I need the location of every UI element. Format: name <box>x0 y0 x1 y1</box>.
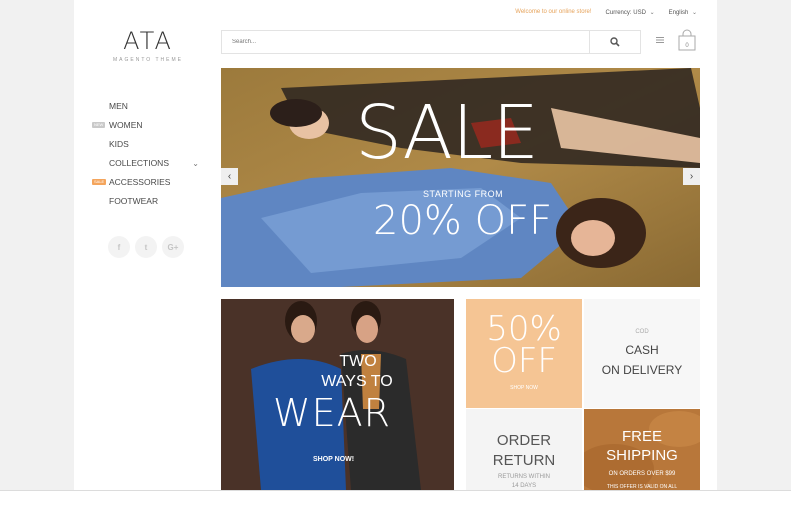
carousel-next-button[interactable]: › <box>683 168 700 185</box>
sale-badge: SALE <box>92 179 107 185</box>
cod-line-1: CASH <box>625 343 659 357</box>
chevron-down-icon: ⌄ <box>691 10 697 16</box>
search-button[interactable] <box>589 31 640 53</box>
shipping-line-1: FREE <box>621 428 662 445</box>
cart-count: 0 <box>685 43 689 49</box>
language-switcher[interactable]: English ⌄ <box>669 9 697 16</box>
browser-frame: Welcome to our online store! Currency: U… <box>0 0 791 491</box>
wear-shop-now-link[interactable]: SHOP NOW! <box>313 456 354 463</box>
google-plus-icon[interactable]: G+ <box>162 236 184 258</box>
nav-item-kids[interactable]: KIDS <box>91 135 206 154</box>
twitter-icon[interactable]: t <box>135 236 157 258</box>
discount-tile[interactable]: 50% OFF SHOP NOW <box>466 299 582 408</box>
return-sub-1: RETURNS WITHIN <box>498 474 550 480</box>
nav-item-men[interactable]: MEN <box>91 97 206 116</box>
return-line-2: RETURN <box>492 452 556 469</box>
nav-item-label: COLLECTIONS <box>109 158 169 168</box>
top-bar: Welcome to our online store! Currency: U… <box>515 9 697 16</box>
return-line-1: ORDER <box>496 432 552 449</box>
promo-wear-banner[interactable]: TWO WAYS TO WEAR SHOP NOW! <box>221 299 454 490</box>
nav-item-women[interactable]: NEW WOMEN <box>91 116 206 135</box>
shipping-sub-2: THIS OFFER IS VALID ON ALL <box>606 484 678 490</box>
wear-title: WEAR <box>273 391 391 435</box>
search-icon <box>610 37 620 47</box>
menu-icon[interactable] <box>655 35 665 45</box>
currency-value: USD <box>633 10 646 16</box>
nav-item-accessories[interactable]: SALE ACCESSORIES <box>91 173 206 192</box>
shopping-bag-icon: 0 <box>678 29 696 51</box>
currency-switcher[interactable]: Currency: USD ⌄ <box>606 9 655 16</box>
hero-banner[interactable]: SALE STARTING FROM 20% OFF ‹ › <box>221 68 700 287</box>
new-badge: NEW <box>92 122 106 128</box>
social-links: f t G+ <box>108 236 184 258</box>
chevron-down-icon: ⌄ <box>649 10 655 16</box>
carousel-prev-button[interactable]: ‹ <box>221 168 238 185</box>
cod-line-2: ON DELIVERY <box>601 363 683 377</box>
shipping-sub: ON ORDERS OVER $99 <box>608 471 676 477</box>
language-value: English <box>668 10 689 16</box>
nav-item-label: ACCESSORIES <box>109 177 171 187</box>
cart-button[interactable]: 0 <box>677 29 697 56</box>
category-nav: MEN NEW WOMEN KIDS COLLECTIONS ⌄ SALE AC… <box>91 97 206 211</box>
discount-off: OFF <box>491 341 557 381</box>
currency-label: Currency: <box>605 10 632 16</box>
nav-item-collections[interactable]: COLLECTIONS ⌄ <box>91 154 206 173</box>
nav-item-label: MEN <box>109 101 128 111</box>
discount-shop-now-link[interactable]: SHOP NOW <box>466 385 582 391</box>
logo-subtitle: MAGENTO THEME <box>113 57 183 63</box>
shipping-line-2: SHIPPING <box>606 447 678 464</box>
wear-line-1: TWO <box>339 353 377 370</box>
shipping-tile: FREE SHIPPING ON ORDERS OVER $99 THIS OF… <box>584 409 700 490</box>
nav-item-label: FOOTWEAR <box>109 196 159 206</box>
store-logo[interactable]: ATA MAGENTO THEME <box>112 27 184 63</box>
cod-tile: COD CASH ON DELIVERY <box>584 299 700 408</box>
nav-item-label: WOMEN <box>109 120 143 130</box>
return-tile: ORDER RETURN RETURNS WITHIN 14 DAYS <box>466 409 582 490</box>
nav-item-footwear[interactable]: FOOTWEAR <box>91 192 206 211</box>
store-page: Welcome to our online store! Currency: U… <box>74 0 717 490</box>
logo-mark: ATA <box>123 27 173 55</box>
chevron-down-icon[interactable]: ⌄ <box>192 154 199 173</box>
hero-discount: 20% OFF <box>373 198 553 244</box>
facebook-icon[interactable]: f <box>108 236 130 258</box>
hero-title: SALE <box>355 90 539 176</box>
search-bar <box>221 30 641 54</box>
return-sub-2: 14 DAYS <box>511 483 537 489</box>
search-input[interactable] <box>222 31 589 53</box>
welcome-message: Welcome to our online store! <box>515 9 592 15</box>
nav-item-label: KIDS <box>109 139 129 149</box>
wear-line-2: WAYS TO <box>321 373 393 390</box>
cod-label: COD <box>635 329 649 335</box>
